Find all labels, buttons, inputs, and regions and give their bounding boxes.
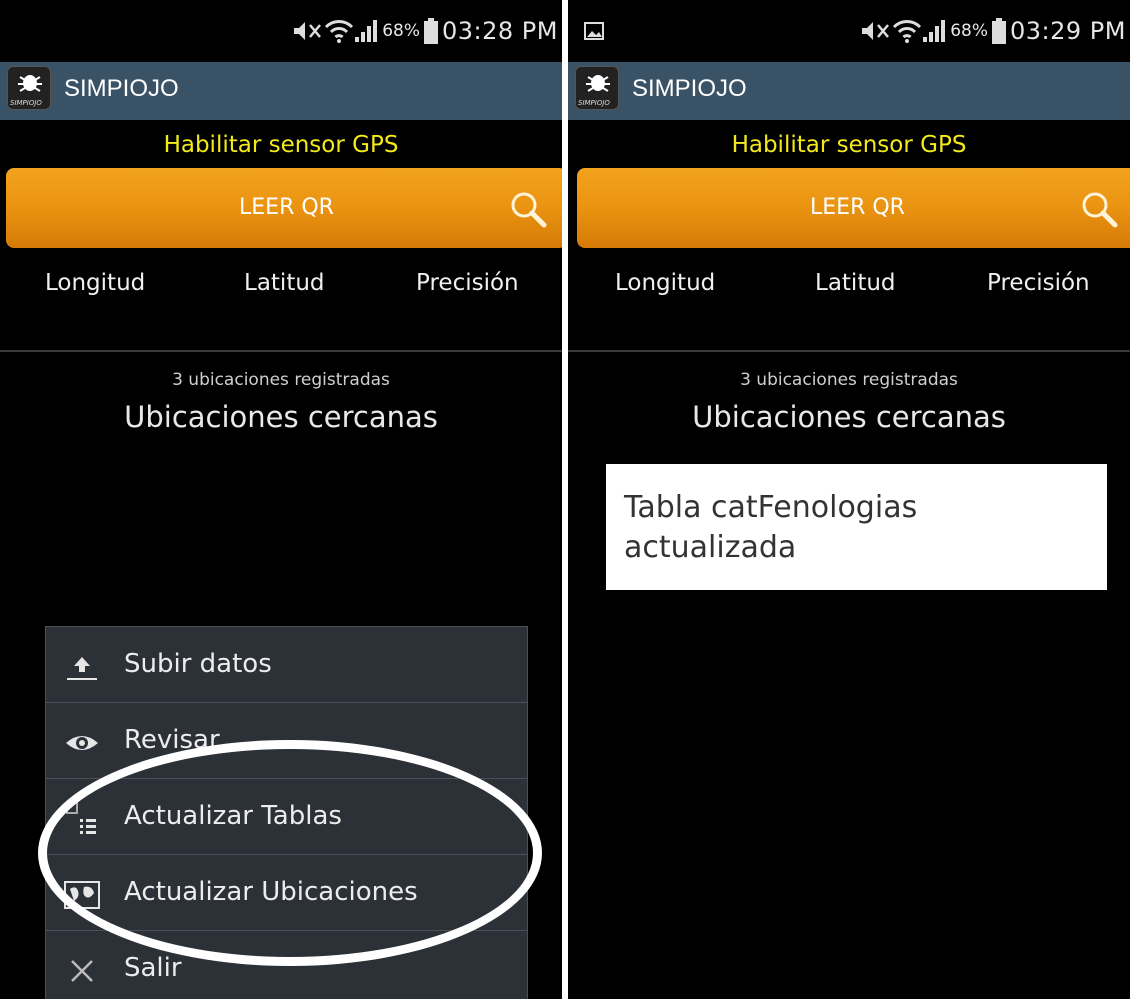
status-icons: 68% 03:29 PM xyxy=(860,15,1126,47)
longitude-label: Longitud xyxy=(615,270,716,296)
read-qr-button[interactable]: LEER QR xyxy=(577,168,1130,248)
enable-gps-link[interactable]: Habilitar sensor GPS xyxy=(568,132,1130,158)
longitude-label: Longitud xyxy=(45,270,146,296)
close-icon xyxy=(71,960,93,982)
app-title: SIMPIOJO xyxy=(632,75,747,102)
wifi-icon xyxy=(325,20,354,43)
divider xyxy=(568,350,1130,352)
gallery-notification-icon xyxy=(584,22,604,40)
toast-line-2: actualizada xyxy=(624,530,797,565)
right-screen: 68% 03:29 PM SIMPIOJO SIMPIOJO Habilitar… xyxy=(568,0,1130,999)
menu-item-label: Subir datos xyxy=(124,649,272,679)
toast-message: Tabla catFenologias actualizada xyxy=(606,464,1107,590)
precision-label: Precisión xyxy=(416,270,519,296)
action-bar: SIMPIOJO SIMPIOJO xyxy=(568,62,1130,120)
toast-line-1: Tabla catFenologias xyxy=(624,490,918,525)
left-screen: 68% 03:28 PM SIMPIOJO SIMPIOJO Habilitar… xyxy=(0,0,562,999)
battery-icon xyxy=(992,18,1007,44)
latitude-label: Latitud xyxy=(815,270,896,296)
battery-percent: 68% xyxy=(950,21,989,41)
divider xyxy=(0,350,562,352)
read-qr-label: LEER QR xyxy=(810,195,905,220)
clock: 03:28 PM xyxy=(442,17,558,45)
clock: 03:29 PM xyxy=(1010,17,1126,45)
status-bar: 68% 03:28 PM xyxy=(0,0,562,62)
search-icon xyxy=(511,192,547,228)
action-bar: SIMPIOJO SIMPIOJO xyxy=(0,62,562,120)
status-icons: 68% 03:28 PM xyxy=(292,15,558,47)
app-title: SIMPIOJO xyxy=(64,75,179,102)
app-logo-icon[interactable]: SIMPIOJO xyxy=(7,66,51,110)
nearby-locations-heading: Ubicaciones cercanas xyxy=(692,400,1006,434)
mute-icon xyxy=(294,22,322,40)
precision-label: Precisión xyxy=(987,270,1090,296)
mute-icon xyxy=(862,22,890,40)
eye-icon xyxy=(66,736,98,750)
upload-icon xyxy=(67,657,97,680)
battery-percent: 68% xyxy=(382,21,421,41)
app-logo-label: SIMPIOJO xyxy=(10,99,42,107)
signal-icon xyxy=(923,20,946,42)
latitude-label: Latitud xyxy=(244,270,325,296)
app-logo-label: SIMPIOJO xyxy=(578,99,610,107)
menu-item-label: Salir xyxy=(124,953,182,983)
signal-icon xyxy=(355,20,378,42)
nearby-locations-heading: Ubicaciones cercanas xyxy=(124,400,438,434)
app-logo-icon[interactable]: SIMPIOJO xyxy=(575,66,619,110)
read-qr-label: LEER QR xyxy=(239,195,334,220)
locations-count: 3 ubicaciones registradas xyxy=(740,370,958,390)
battery-icon xyxy=(424,18,439,44)
wifi-icon xyxy=(893,20,922,43)
locations-count: 3 ubicaciones registradas xyxy=(172,370,390,390)
enable-gps-link[interactable]: Habilitar sensor GPS xyxy=(0,132,562,158)
read-qr-button[interactable]: LEER QR xyxy=(6,168,562,248)
search-icon xyxy=(1082,192,1118,228)
status-bar: 68% 03:29 PM xyxy=(568,0,1130,62)
highlight-ellipse xyxy=(38,740,542,966)
menu-item-upload[interactable]: Subir datos xyxy=(46,627,527,703)
